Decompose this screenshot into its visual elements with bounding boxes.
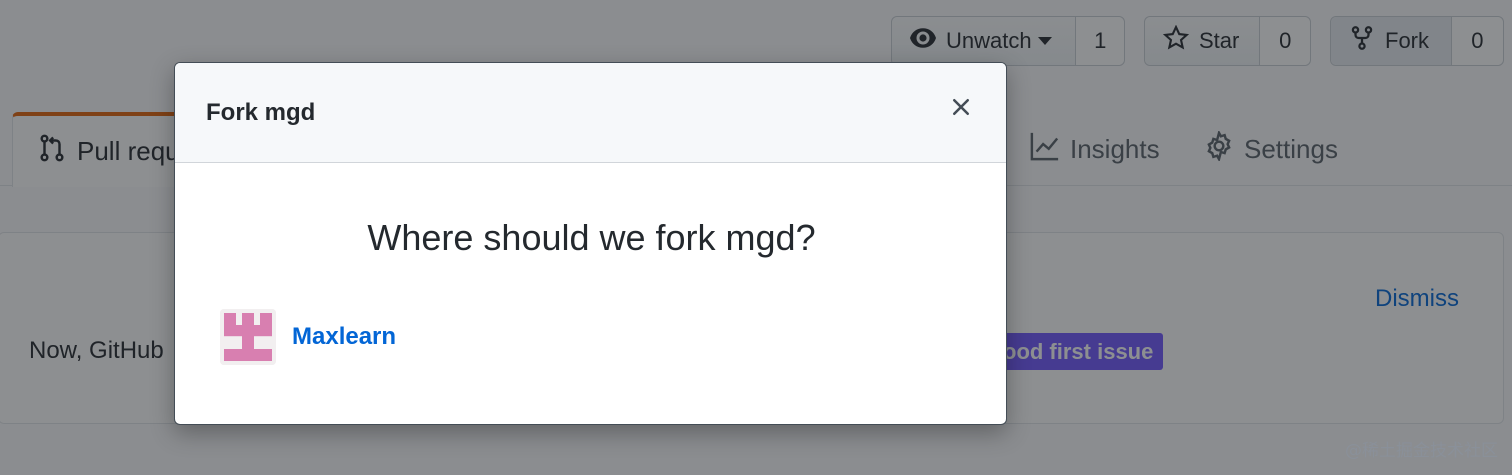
x-icon [949, 95, 973, 124]
dialog-title: Fork mgd [206, 99, 316, 126]
fork-dialog: Fork mgd Where should we fork mgd? Maxle… [174, 62, 1007, 425]
close-button[interactable] [945, 93, 977, 125]
watermark-text: @稀土掘金技术社区 [1345, 441, 1498, 461]
fork-target-item[interactable]: Maxlearn [220, 309, 396, 365]
dialog-question: Where should we fork mgd? [367, 217, 816, 258]
dialog-header: Fork mgd [175, 63, 1006, 163]
fork-target-name: Maxlearn [292, 323, 397, 350]
identicon-avatar [220, 309, 276, 365]
